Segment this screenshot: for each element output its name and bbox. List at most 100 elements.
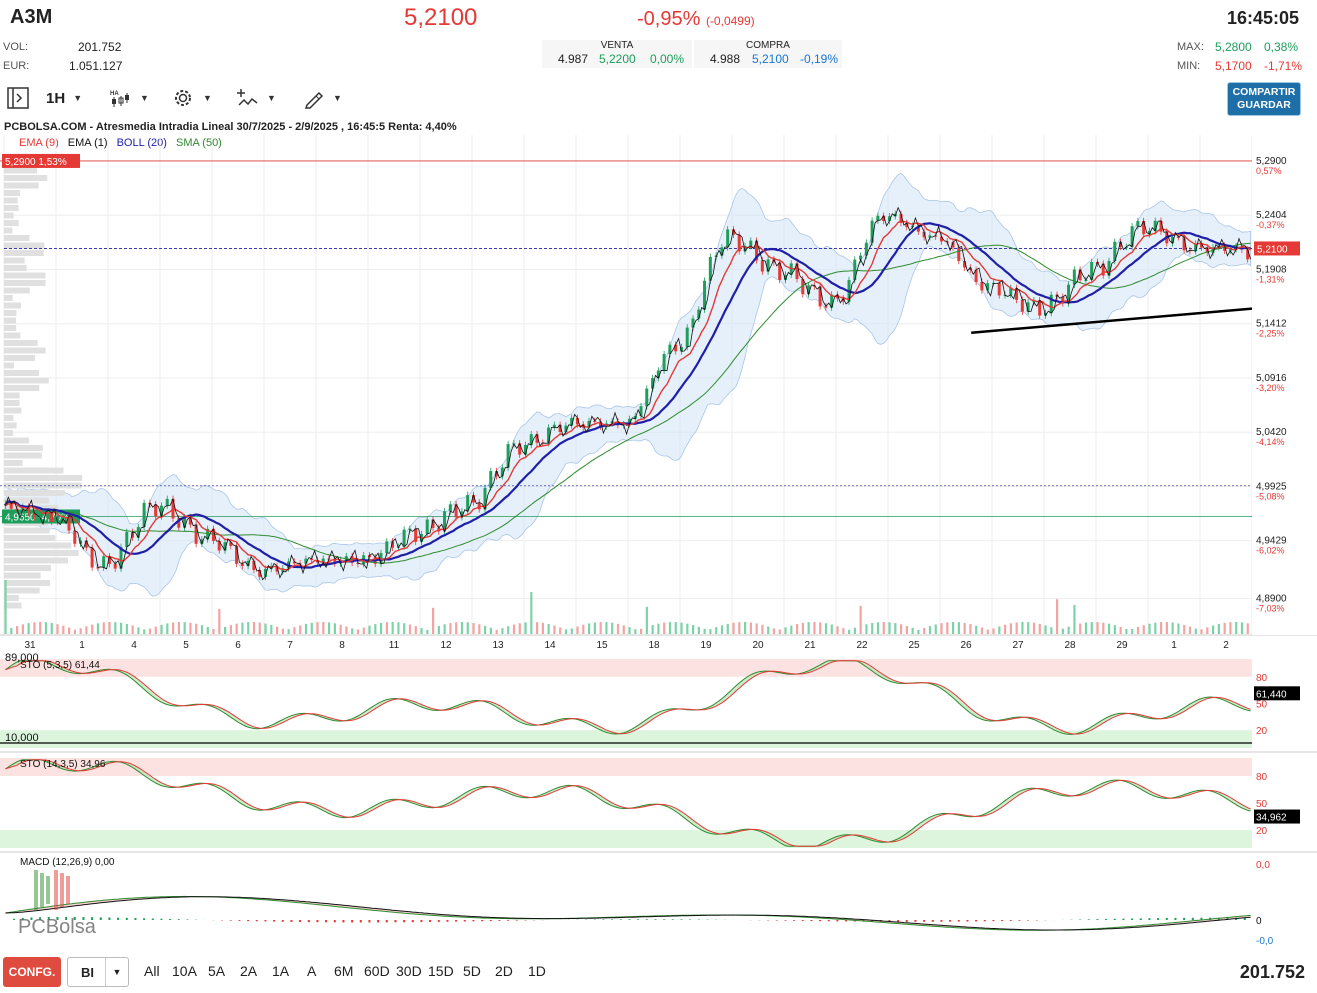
candle-body bbox=[818, 286, 822, 307]
macd-histogram-bar bbox=[992, 920, 995, 922]
volume-bar bbox=[1067, 626, 1070, 634]
period-10a[interactable]: 10A bbox=[172, 963, 197, 979]
macd-histogram-bar bbox=[177, 919, 180, 920]
sidebar-toggle-button[interactable] bbox=[6, 84, 30, 112]
x-tick-label: 20 bbox=[752, 640, 764, 651]
period-1a[interactable]: 1A bbox=[272, 963, 289, 979]
volume-bar bbox=[472, 623, 475, 634]
volume-bar bbox=[183, 622, 186, 634]
macd-histogram-bar bbox=[663, 919, 666, 920]
volume-bar bbox=[339, 624, 342, 634]
period-a[interactable]: A bbox=[307, 963, 316, 979]
volume-bar bbox=[287, 629, 290, 634]
volume-bar bbox=[91, 624, 94, 634]
mode-select[interactable]: BI ▼ bbox=[67, 957, 129, 987]
volume-bar bbox=[206, 627, 209, 634]
osc-tick: 50 bbox=[1256, 700, 1268, 711]
candle-body bbox=[870, 220, 874, 243]
profile-bar bbox=[4, 235, 30, 241]
volume-bar bbox=[952, 622, 955, 634]
volume-bar bbox=[732, 622, 735, 634]
ticker-symbol: A3M bbox=[10, 6, 53, 28]
price-chart[interactable]: 5,2900 1,53% 4,9650 -4,70% 5,29000,57%5,2… bbox=[0, 118, 1317, 954]
candle-body bbox=[154, 504, 158, 517]
volume-bar bbox=[466, 622, 469, 634]
config-button[interactable]: CONFG. bbox=[3, 957, 61, 987]
indicators-dropdown[interactable]: ▼ bbox=[237, 84, 276, 112]
x-tick-label: 26 bbox=[960, 640, 972, 651]
profile-bar bbox=[4, 190, 21, 196]
share-save-button[interactable]: COMPARTIR GUARDAR bbox=[1227, 82, 1301, 116]
volume-bar bbox=[1183, 624, 1186, 634]
candle-body bbox=[552, 424, 556, 428]
profile-bar bbox=[4, 280, 46, 286]
volume-bar bbox=[784, 627, 787, 634]
volume-bar bbox=[281, 628, 284, 634]
macd-histogram-bar bbox=[637, 919, 640, 920]
profile-bar bbox=[4, 437, 29, 444]
macd-histogram-bar bbox=[619, 919, 622, 920]
period-1d[interactable]: 1D bbox=[528, 963, 546, 979]
macd-histogram-bar bbox=[1131, 918, 1134, 920]
period-15d[interactable]: 15D bbox=[428, 963, 454, 979]
period-6m[interactable]: 6M bbox=[334, 963, 353, 979]
candle-body bbox=[125, 531, 129, 547]
chart-toolbar: 1H ▼ HA ▼ ▼ ▼ ▼ bbox=[0, 84, 1317, 114]
profile-bar bbox=[4, 347, 46, 354]
volume-bar bbox=[761, 624, 764, 634]
macd-histogram-bar bbox=[1001, 920, 1004, 922]
volume-bar bbox=[628, 627, 631, 634]
volume-bar bbox=[1160, 622, 1163, 634]
macd-histogram-bar bbox=[342, 920, 345, 923]
volume-bar bbox=[842, 628, 845, 634]
volume-bar bbox=[380, 622, 383, 634]
macd-histogram-bar bbox=[645, 919, 648, 920]
volume-bar bbox=[1212, 625, 1215, 634]
drawing-tools-dropdown[interactable]: ▼ bbox=[303, 84, 342, 112]
period-2d[interactable]: 2D bbox=[495, 963, 513, 979]
volume-bar bbox=[616, 623, 620, 634]
volume-bar bbox=[576, 626, 579, 634]
volume-bar bbox=[276, 626, 279, 634]
macd-histogram-bar bbox=[671, 919, 674, 920]
volume-bars bbox=[4, 580, 1249, 634]
profile-bar bbox=[4, 197, 18, 204]
volume-bar bbox=[322, 622, 325, 634]
volume-bar bbox=[1050, 627, 1053, 634]
volume-bar bbox=[720, 625, 724, 634]
volume-bar bbox=[68, 627, 71, 634]
settings-dropdown[interactable]: ▼ bbox=[171, 84, 212, 112]
volume-bar bbox=[443, 624, 446, 634]
volume-bar bbox=[755, 623, 758, 634]
volume-bar bbox=[264, 623, 267, 634]
volume-bar bbox=[39, 622, 42, 634]
min-value: 5,1700 bbox=[1215, 59, 1252, 73]
period-5a[interactable]: 5A bbox=[208, 963, 225, 979]
volume-bar bbox=[703, 628, 706, 634]
volume-bar bbox=[333, 623, 336, 634]
period-30d[interactable]: 30D bbox=[396, 963, 422, 979]
volume-bar bbox=[1061, 628, 1064, 634]
volume-bar bbox=[50, 622, 53, 634]
last-price: 5,2100 bbox=[404, 4, 478, 31]
interval-dropdown[interactable]: 1H ▼ bbox=[46, 84, 82, 112]
profile-bar bbox=[4, 535, 56, 541]
bottom-volume: 201.752 bbox=[1239, 962, 1305, 982]
profile-bar bbox=[4, 250, 44, 256]
macd-histogram-bar bbox=[411, 920, 414, 923]
macd-histogram-bar bbox=[333, 920, 336, 923]
macd-histogram-bar bbox=[281, 920, 284, 922]
x-tick-label: 27 bbox=[1012, 640, 1024, 651]
macd-histogram-bar bbox=[255, 920, 258, 922]
period-60d[interactable]: 60D bbox=[364, 963, 390, 979]
period-all[interactable]: All bbox=[144, 963, 160, 979]
current-price-label: 5,2100 bbox=[1257, 244, 1288, 255]
candle-body bbox=[726, 229, 730, 248]
macd-histogram-bar bbox=[897, 920, 900, 922]
macd-histogram-bar bbox=[99, 917, 102, 920]
period-5d[interactable]: 5D bbox=[463, 963, 481, 979]
indicator-lines bbox=[4, 206, 1253, 581]
chart-type-dropdown[interactable]: HA ▼ bbox=[110, 84, 149, 112]
period-2a[interactable]: 2A bbox=[240, 963, 257, 979]
profile-bar bbox=[4, 325, 17, 331]
